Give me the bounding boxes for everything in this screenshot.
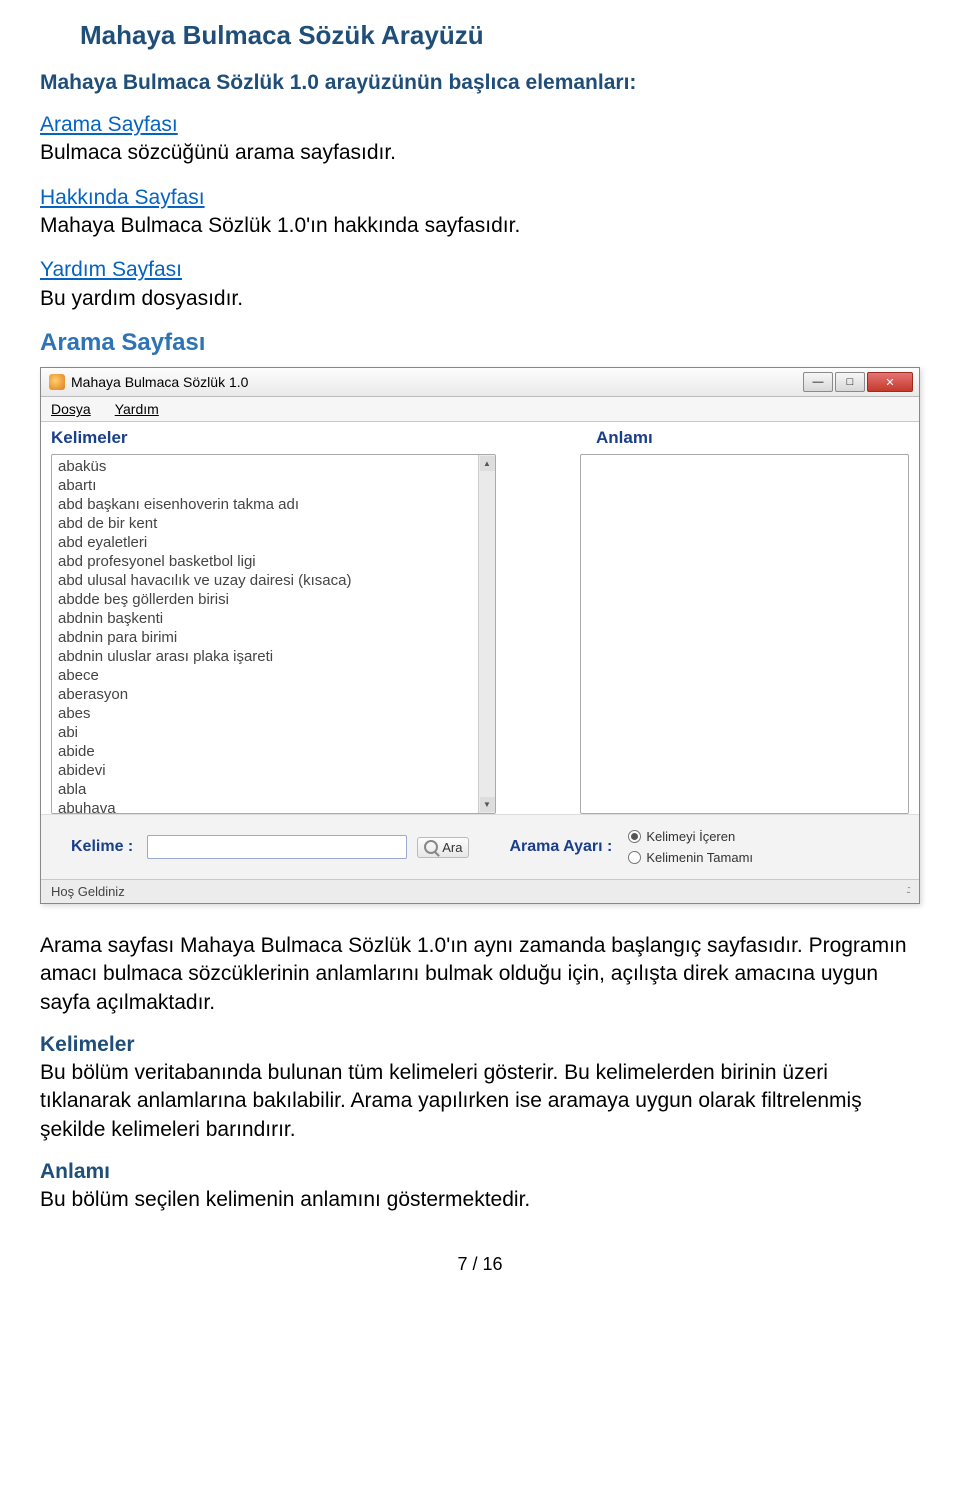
- radio-icon: [628, 830, 641, 843]
- search-button[interactable]: Ara: [417, 837, 469, 858]
- page-title: Mahaya Bulmaca Sözük Arayüzü: [80, 20, 920, 51]
- panel-header-anlami: Anlamı: [596, 428, 653, 448]
- list-item[interactable]: abd ulusal havacılık ve uzay dairesi (kı…: [58, 571, 472, 590]
- list-item[interactable]: abd başkanı eisenhoverin takma adı: [58, 495, 472, 514]
- meaning-panel: [580, 454, 909, 814]
- maximize-button[interactable]: □: [835, 372, 865, 392]
- list-item[interactable]: abd de bir kent: [58, 514, 472, 533]
- search-input[interactable]: [147, 835, 407, 859]
- list-item[interactable]: abaküs: [58, 457, 472, 476]
- page-number: 7 / 16: [40, 1254, 920, 1275]
- list-item[interactable]: abdde beş göllerden birisi: [58, 590, 472, 609]
- menu-dosya[interactable]: Dosya: [51, 401, 91, 417]
- section-arama-sayfasi: Arama Sayfası: [40, 329, 920, 357]
- search-label: Kelime :: [71, 838, 133, 856]
- app-icon: [49, 374, 65, 390]
- app-window: Mahaya Bulmaca Sözlük 1.0 — □ ✕ Dosya Ya…: [40, 367, 920, 904]
- list-item[interactable]: abla: [58, 780, 472, 799]
- link-arama-sayfasi[interactable]: Arama Sayfası: [40, 113, 178, 136]
- resize-grip-icon[interactable]: .::: [906, 884, 909, 899]
- radio-group: Kelimeyi İçeren Kelimenin Tamamı: [628, 829, 753, 865]
- arama-desc: Bulmaca sözcüğünü arama sayfasıdır.: [40, 141, 396, 164]
- close-button[interactable]: ✕: [867, 372, 913, 392]
- scrollbar[interactable]: ▲ ▼: [478, 455, 495, 813]
- list-item[interactable]: abdnin uluslar arası plaka işareti: [58, 647, 472, 666]
- heading-anlami: Anlamı: [40, 1160, 920, 1184]
- list-item[interactable]: abd profesyonel basketbol ligi: [58, 552, 472, 571]
- search-row: Kelime : Ara Arama Ayarı : Kelimeyi İçer…: [41, 814, 919, 879]
- list-item[interactable]: abartı: [58, 476, 472, 495]
- para-arama-desc: Arama sayfası Mahaya Bulmaca Sözlük 1.0'…: [40, 932, 920, 1017]
- panel-header-kelimeler: Kelimeler: [51, 428, 596, 448]
- title-bar: Mahaya Bulmaca Sözlük 1.0 — □ ✕: [41, 368, 919, 397]
- list-item[interactable]: abes: [58, 704, 472, 723]
- word-list-box[interactable]: abaküsabartıabd başkanı eisenhoverin tak…: [51, 454, 496, 814]
- radio-icon: [628, 851, 641, 864]
- radio-label-tamami: Kelimenin Tamamı: [646, 850, 753, 865]
- minimize-button[interactable]: —: [803, 372, 833, 392]
- menu-yardim[interactable]: Yardım: [115, 401, 159, 417]
- scroll-up-icon[interactable]: ▲: [480, 456, 495, 471]
- heading-kelimeler: Kelimeler: [40, 1033, 920, 1057]
- list-item[interactable]: abdnin başkenti: [58, 609, 472, 628]
- window-title: Mahaya Bulmaca Sözlük 1.0: [71, 374, 248, 390]
- list-item[interactable]: abd eyaletleri: [58, 533, 472, 552]
- link-yardim-sayfasi[interactable]: Yardım Sayfası: [40, 258, 182, 281]
- yardim-desc: Bu yardım dosyasıdır.: [40, 287, 243, 310]
- status-bar: Hoş Geldiniz .::: [41, 879, 919, 903]
- list-item[interactable]: abidevi: [58, 761, 472, 780]
- search-icon: [424, 840, 438, 854]
- search-setting-label: Arama Ayarı :: [509, 838, 612, 856]
- intro-line: Mahaya Bulmaca Sözlük 1.0 arayüzünün baş…: [40, 71, 920, 95]
- scroll-down-icon[interactable]: ▼: [480, 797, 495, 812]
- list-item[interactable]: abide: [58, 742, 472, 761]
- radio-option-tamami[interactable]: Kelimenin Tamamı: [628, 850, 753, 865]
- link-hakkinda-sayfasi[interactable]: Hakkında Sayfası: [40, 186, 205, 209]
- radio-option-iceren[interactable]: Kelimeyi İçeren: [628, 829, 753, 844]
- list-item[interactable]: abece: [58, 666, 472, 685]
- list-item[interactable]: abuhava: [58, 799, 472, 813]
- list-item[interactable]: abdnin para birimi: [58, 628, 472, 647]
- para-kelimeler: Bu bölüm veritabanında bulunan tüm kelim…: [40, 1059, 920, 1144]
- list-item[interactable]: aberasyon: [58, 685, 472, 704]
- search-button-label: Ara: [442, 840, 462, 855]
- list-item[interactable]: abi: [58, 723, 472, 742]
- menu-bar: Dosya Yardım: [41, 397, 919, 422]
- radio-label-iceren: Kelimeyi İçeren: [646, 829, 735, 844]
- status-text: Hoş Geldiniz: [51, 884, 125, 899]
- para-anlami: Bu bölüm seçilen kelimenin anlamını göst…: [40, 1186, 920, 1214]
- hakkinda-desc: Mahaya Bulmaca Sözlük 1.0'ın hakkında sa…: [40, 214, 520, 237]
